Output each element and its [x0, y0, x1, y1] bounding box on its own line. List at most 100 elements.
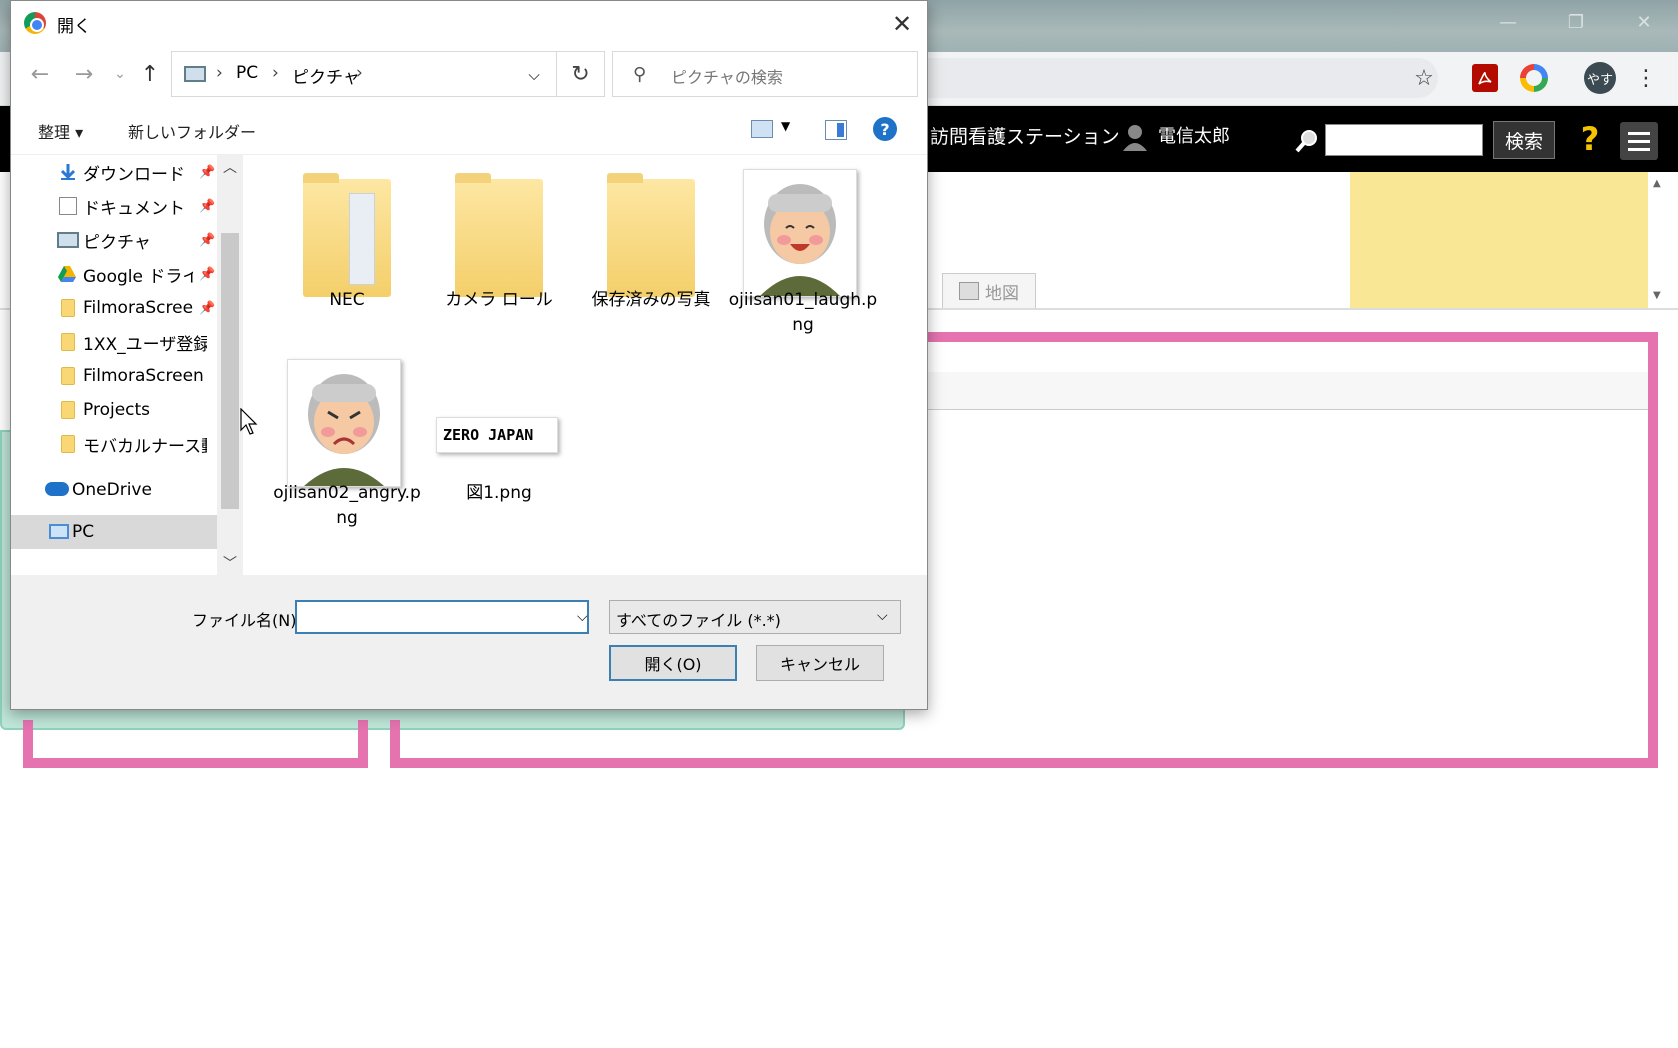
acrobat-icon[interactable] — [1472, 64, 1498, 92]
file-item-zu1[interactable]: ZERO JAPAN 図1.png — [424, 347, 574, 527]
folder-icon — [607, 173, 695, 297]
file-item-ojiisan02-angry[interactable]: ojiisan02_angry.p ng — [272, 347, 422, 528]
pictures-icon — [57, 232, 79, 248]
nav-item-pictures[interactable]: ピクチャ 📌 — [11, 223, 231, 257]
restore-button[interactable]: ❐ — [1542, 0, 1610, 44]
file-item-saved-pictures[interactable]: 保存済みの写真 — [576, 155, 726, 335]
nav-item-filmorascreen[interactable]: FilmoraScreen — [11, 359, 231, 393]
nav-item-label: Projects — [83, 400, 151, 420]
nav-item-projects[interactable]: Projects — [11, 393, 231, 427]
google-drive-icon — [57, 265, 76, 283]
nav-item-pc[interactable]: PC — [11, 515, 217, 549]
dialog-nav-bar: ← → ⌄ ↑ › PC › ピクチャ › ⌵ ↻ ⚲ ピクチャの検索 — [11, 45, 927, 107]
magnifier-icon — [1294, 128, 1320, 154]
up-button[interactable]: ↑ — [135, 59, 165, 89]
dialog-address-bar[interactable]: › PC › ピクチャ › ⌵ — [171, 51, 557, 97]
filename-dropdown-icon[interactable]: ⌵ — [577, 609, 588, 625]
minimize-button[interactable]: — — [1474, 0, 1542, 44]
view-options-icon[interactable] — [751, 120, 773, 138]
site-search-button[interactable]: 検索 — [1493, 121, 1555, 159]
user-icon — [1122, 123, 1148, 151]
thumbnail-zero-japan: ZERO JAPAN — [436, 417, 558, 453]
document-icon — [59, 197, 77, 215]
nav-item-user-registration[interactable]: 1XX_ユーザ登録 — [11, 325, 231, 359]
chevron-down-icon[interactable]: ⌵ — [520, 62, 548, 88]
open-file-dialog: 開く ✕ ← → ⌄ ↑ › PC › ピクチャ › ⌵ ↻ ⚲ ピクチャの検索… — [10, 0, 928, 710]
folder-icon — [61, 299, 75, 317]
chevron-down-icon[interactable]: ⌵ — [877, 608, 888, 624]
tab-map[interactable]: 地図 — [942, 273, 1036, 308]
cancel-button[interactable]: キャンセル — [756, 645, 884, 681]
hamburger-menu-icon[interactable] — [1620, 122, 1658, 160]
pink-panel-header — [925, 372, 1648, 410]
user-name: 電信太郎 — [1158, 126, 1230, 147]
dialog-close-button[interactable]: ✕ — [887, 9, 917, 39]
forward-button[interactable]: → — [69, 59, 99, 89]
nav-item-mobacal-video[interactable]: モバカルナース動画 — [11, 427, 231, 461]
recent-locations-button[interactable]: ⌄ — [105, 59, 135, 89]
site-search-input[interactable] — [1325, 124, 1483, 156]
star-icon[interactable]: ☆ — [1410, 64, 1438, 92]
file-label: ojiisan02_angry.p ng — [273, 483, 421, 528]
pin-icon[interactable]: 📌 — [199, 301, 215, 316]
onedrive-icon — [45, 482, 69, 496]
scroll-down-arrow-icon[interactable]: ﹀ — [223, 553, 237, 573]
pin-icon[interactable]: 📌 — [199, 199, 215, 214]
thumbnail-angry-grandpa — [287, 359, 401, 487]
scroll-up-arrow-icon[interactable]: ︿ — [223, 157, 237, 177]
organize-button[interactable]: 整理 ▾ — [38, 119, 83, 143]
nav-item-label: PC — [72, 522, 95, 542]
nav-item-label: FilmoraScreer — [83, 298, 193, 318]
file-item-ojiisan01-laugh[interactable]: ojiisan01_laugh.p ng — [728, 155, 878, 335]
file-label: 保存済みの写真 — [591, 290, 711, 310]
pc-icon — [184, 66, 206, 82]
nav-item-label: ダウンロード — [83, 164, 185, 185]
breadcrumb-pictures[interactable]: ピクチャ — [292, 63, 360, 88]
nav-item-onedrive[interactable]: OneDrive — [11, 473, 231, 507]
folder-icon — [61, 367, 75, 385]
filename-input[interactable] — [295, 600, 589, 634]
profile-avatar[interactable]: やす — [1584, 62, 1616, 94]
mouse-cursor-icon — [240, 407, 260, 436]
file-item-nec[interactable]: NEC — [272, 155, 422, 335]
folder-icon — [455, 173, 543, 297]
nav-item-downloads[interactable]: ダウンロード 📌 — [11, 155, 231, 189]
dialog-titlebar: 開く ✕ — [11, 1, 927, 45]
dialog-help-icon[interactable]: ? — [873, 117, 897, 141]
nav-item-filmora-pinned[interactable]: FilmoraScreer 📌 — [11, 291, 231, 325]
address-bar[interactable] — [928, 58, 1438, 98]
nav-item-label: 1XX_ユーザ登録 — [83, 334, 207, 355]
pin-icon[interactable]: 📌 — [199, 267, 215, 282]
pin-icon[interactable]: 📌 — [199, 233, 215, 248]
dialog-footer: ファイル名(N): ⌵ すべてのファイル (*.*) ⌵ 開く(O) キャンセル — [11, 575, 927, 709]
dialog-search-box[interactable]: ⚲ ピクチャの検索 — [612, 51, 918, 97]
kebab-menu-icon[interactable]: ⋮ — [1635, 64, 1657, 92]
file-item-camera-roll[interactable]: カメラ ロール — [424, 155, 574, 335]
panel-scrollbar[interactable]: ▲ ▼ — [1650, 172, 1668, 308]
crumb-separator-icon: › — [216, 63, 223, 83]
open-button[interactable]: 開く(O) — [609, 645, 737, 681]
close-window-button[interactable]: ✕ — [1610, 0, 1678, 44]
download-icon — [59, 163, 77, 181]
pin-icon[interactable]: 📌 — [199, 165, 215, 180]
thumbnail-laughing-grandpa — [743, 169, 857, 297]
chrome-logo-icon — [24, 12, 46, 34]
yellow-panel — [1350, 172, 1648, 308]
file-type-select[interactable]: すべてのファイル (*.*) — [609, 600, 901, 634]
new-folder-button[interactable]: 新しいフォルダー — [128, 119, 256, 143]
nav-item-documents[interactable]: ドキュメント 📌 — [11, 189, 231, 223]
nav-scrollbar-thumb[interactable] — [221, 233, 239, 509]
back-button[interactable]: ← — [25, 59, 55, 89]
caret-down-icon[interactable]: ▼ — [781, 119, 790, 133]
file-label: NEC — [329, 290, 365, 310]
search-placeholder: ピクチャの検索 — [671, 68, 783, 87]
crumb-separator-icon: › — [356, 63, 363, 83]
refresh-button[interactable]: ↻ — [557, 51, 605, 97]
extension-icon[interactable] — [1520, 64, 1548, 92]
nav-item-label: FilmoraScreen — [83, 366, 204, 386]
map-icon — [959, 282, 979, 300]
preview-pane-icon[interactable] — [825, 120, 847, 140]
nav-item-google-drive[interactable]: Google ドライ: 📌 — [11, 257, 231, 291]
breadcrumb-pc[interactable]: PC — [236, 63, 258, 83]
help-icon[interactable]: ? — [1572, 118, 1608, 160]
